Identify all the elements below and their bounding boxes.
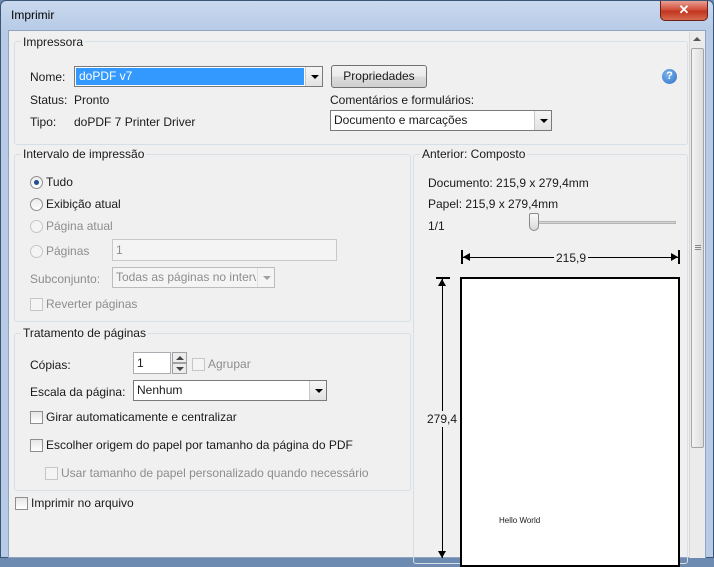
range-all-label[interactable]: Tudo: [46, 175, 73, 189]
paper-source-checkbox[interactable]: [30, 439, 43, 452]
scroll-up-icon[interactable]: [693, 37, 701, 41]
vertical-scrollbar[interactable]: [689, 32, 705, 558]
width-tick-right: [678, 250, 680, 264]
collate-checkbox[interactable]: [192, 358, 205, 371]
arrow-left-icon: [463, 253, 470, 261]
page-handling-legend: Tratamento de páginas: [21, 326, 148, 340]
scrollbar-thumb[interactable]: [691, 48, 704, 448]
paper-size-text: Papel: 215,9 x 279,4mm: [428, 197, 559, 211]
print-to-file-label[interactable]: Imprimir no arquivo: [31, 496, 134, 510]
arrow-right-icon: [671, 253, 678, 261]
printer-name-label: Nome:: [30, 70, 66, 84]
page-preview-text: Hello World: [499, 516, 541, 525]
page-slider-thumb[interactable]: [529, 213, 539, 231]
height-label: 279,4: [426, 411, 459, 427]
subset-label: Subconjunto:: [30, 272, 101, 286]
range-current-page-radio[interactable]: [30, 220, 43, 233]
close-button[interactable]: ✕: [660, 1, 708, 21]
reverse-pages-label[interactable]: Reverter páginas: [46, 297, 137, 311]
range-pages-radio[interactable]: [30, 245, 43, 258]
status-value: Pronto: [74, 93, 110, 107]
arrow-up-icon: [438, 279, 446, 286]
type-label: Tipo:: [30, 115, 57, 129]
copies-input[interactable]: 1: [133, 352, 171, 374]
document-size-text: Documento: 215,9 x 279,4mm: [428, 176, 589, 190]
preview-legend: Anterior: Composto: [420, 147, 528, 161]
page-counter: 1/1: [428, 219, 445, 233]
window-title: Imprimir: [11, 8, 55, 22]
range-all-radio[interactable]: [30, 176, 43, 189]
copies-label: Cópias:: [30, 358, 71, 372]
chevron-up-icon: [176, 356, 184, 360]
chevron-down-icon[interactable]: [534, 111, 551, 130]
grip-icon: [695, 245, 701, 246]
auto-rotate-label[interactable]: Girar automaticamente e centralizar: [46, 410, 237, 424]
custom-paper-size-label[interactable]: Usar tamanho de papel personalizado quan…: [61, 466, 369, 480]
page-slider-track[interactable]: [530, 221, 676, 224]
page-preview: Hello World: [460, 277, 680, 567]
chevron-down-icon[interactable]: [257, 268, 274, 287]
page-scaling-label: Escala da página:: [30, 385, 126, 399]
range-pages-label[interactable]: Páginas: [46, 244, 89, 258]
paper-source-label[interactable]: Escolher origem do papel por tamanho da …: [46, 438, 353, 452]
comments-forms-value: Documento e marcações: [334, 113, 468, 127]
auto-rotate-checkbox[interactable]: [30, 411, 43, 424]
subset-select[interactable]: Todas as páginas no interv: [112, 267, 275, 288]
comments-forms-select[interactable]: Documento e marcações: [330, 110, 552, 131]
copies-increment-button[interactable]: [172, 352, 187, 363]
chevron-down-icon[interactable]: [305, 67, 322, 86]
range-current-view-label[interactable]: Exibição atual: [46, 197, 121, 211]
range-current-page-label[interactable]: Página atual: [46, 219, 113, 233]
help-icon[interactable]: ?: [662, 69, 677, 84]
range-current-view-radio[interactable]: [30, 198, 43, 211]
comments-forms-label: Comentários e formulários:: [330, 93, 475, 107]
width-label: 215,9: [554, 251, 589, 265]
print-to-file-checkbox[interactable]: [15, 497, 28, 510]
collate-label[interactable]: Agrupar: [208, 357, 251, 371]
printer-legend: Impressora: [21, 35, 86, 49]
printer-name-value: doPDF v7: [76, 68, 304, 85]
print-range-legend: Intervalo de impressão: [21, 147, 147, 161]
type-value: doPDF 7 Printer Driver: [74, 115, 196, 129]
pages-input[interactable]: 1: [112, 239, 337, 261]
page-scaling-value: Nenhum: [137, 383, 183, 397]
copies-value: 1: [137, 356, 144, 370]
subset-value: Todas as páginas no interv: [116, 270, 256, 284]
properties-button[interactable]: Propriedades: [331, 65, 427, 88]
reverse-pages-checkbox[interactable]: [30, 298, 43, 311]
page-scaling-select[interactable]: Nenhum: [133, 380, 327, 401]
chevron-down-icon: [176, 367, 184, 371]
arrow-down-icon: [438, 551, 446, 558]
printer-name-select[interactable]: doPDF v7: [74, 66, 323, 87]
custom-paper-size-checkbox[interactable]: [45, 467, 58, 480]
status-label: Status:: [30, 93, 68, 107]
pages-input-value: 1: [116, 243, 123, 257]
copies-decrement-button[interactable]: [172, 363, 187, 374]
chevron-down-icon[interactable]: [309, 381, 326, 400]
